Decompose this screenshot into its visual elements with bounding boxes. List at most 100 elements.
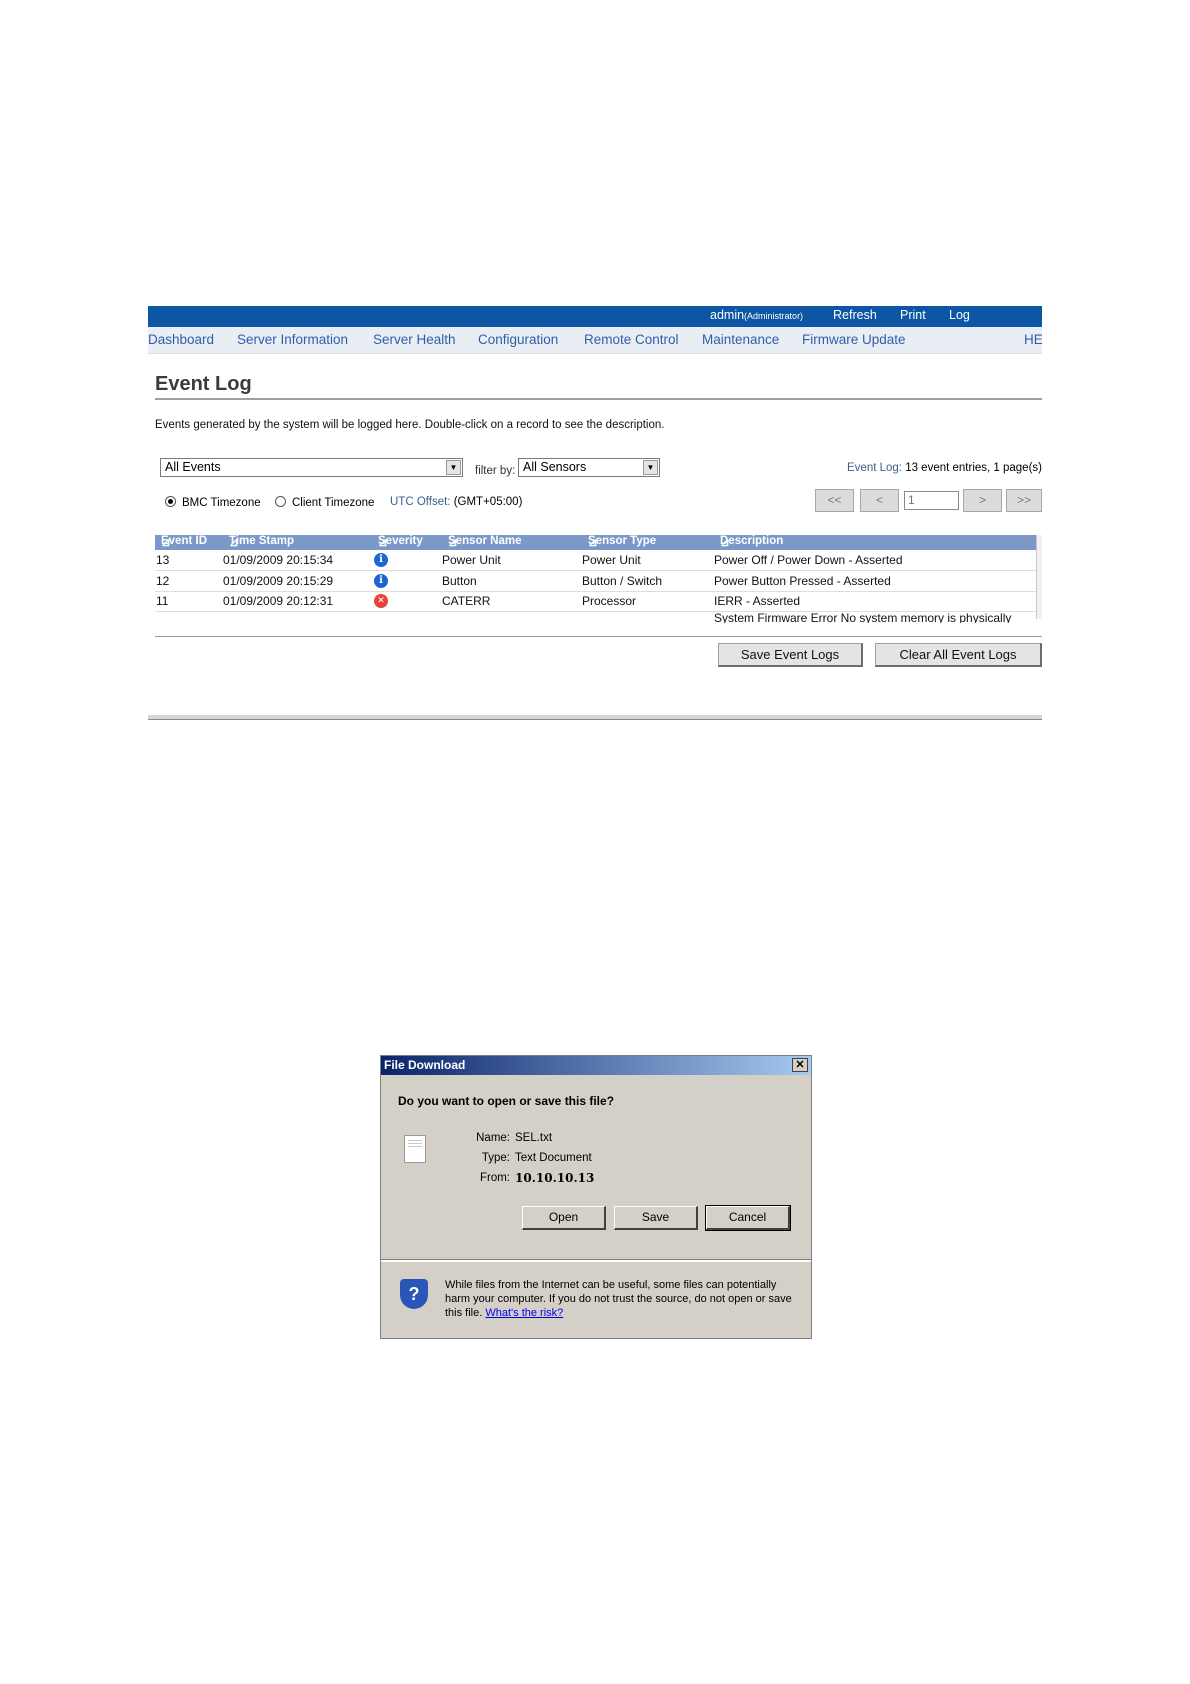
col-sensor-type-label: Sensor Type: [588, 535, 657, 547]
event-type-value: All Events: [165, 460, 221, 474]
page-title: Event Log: [155, 373, 252, 395]
event-type-select[interactable]: All Events ▼: [160, 458, 463, 477]
nav-dashboard[interactable]: Dashboard: [148, 332, 214, 347]
event-log-count: Event Log: 13 event entries, 1 page(s): [847, 462, 1042, 474]
cell-sensor-type: Power Unit: [582, 553, 641, 567]
sort-arrow-icon[interactable]: ⊿: [720, 535, 730, 549]
bmc-timezone-radio[interactable]: BMC Timezone: [165, 496, 261, 509]
info-icon: i: [374, 553, 388, 567]
dialog-title-bar[interactable]: File Download ✕: [381, 1056, 811, 1075]
radio-selected-icon[interactable]: [165, 496, 176, 507]
cell-event-id: 12: [156, 574, 170, 588]
cell-sensor-type: Processor: [582, 594, 637, 608]
cell-description: Power Off / Power Down - Asserted: [714, 553, 903, 567]
last-page-button[interactable]: >>: [1006, 489, 1042, 512]
file-name-label: Name:: [476, 1132, 510, 1144]
file-type-label: Type:: [481, 1152, 510, 1164]
logout-link[interactable]: Log: [949, 308, 970, 322]
nav-maintenance[interactable]: Maintenance: [702, 332, 779, 347]
file-download-dialog: File Download ✕ Do you want to open or s…: [380, 1055, 812, 1339]
col-sensor-name-label: Sensor Name: [448, 535, 522, 547]
chevron-down-icon[interactable]: ▼: [446, 460, 461, 475]
col-time-stamp-label: Time Stamp: [229, 535, 294, 547]
file-name-value: SEL.txt: [515, 1132, 553, 1144]
error-icon: ✕: [374, 594, 388, 608]
refresh-link[interactable]: Refresh: [833, 308, 877, 322]
utc-offset-label: UTC Offset:: [390, 496, 451, 508]
dialog-separator: [381, 1259, 811, 1262]
event-log-count-value: 13 event entries, 1 page(s): [905, 462, 1042, 474]
sensor-filter-select[interactable]: All Sensors ▼: [518, 458, 660, 477]
user-info: admin(Administrator): [710, 308, 803, 322]
nav-help[interactable]: HE: [1024, 332, 1042, 347]
sort-arrow-icon[interactable]: ⊿: [448, 535, 458, 549]
client-timezone-radio[interactable]: Client Timezone: [275, 496, 374, 509]
cell-sensor-name: Power Unit: [442, 553, 501, 567]
user-role: (Administrator): [744, 311, 804, 321]
utc-offset-value: (GMT+05:00): [453, 496, 523, 508]
info-icon: i: [374, 574, 388, 588]
table-row[interactable]: 13 01/09/2009 20:15:34 i Power Unit Powe…: [155, 550, 1036, 571]
bmc-web-ui: admin(Administrator) Refresh Print Log D…: [148, 306, 1042, 725]
page-intro: Events generated by the system will be l…: [155, 419, 665, 431]
security-shield-icon: ?: [400, 1279, 428, 1309]
file-type-value: Text Document: [515, 1152, 592, 1164]
title-divider: [155, 398, 1042, 400]
cell-description: Power Button Pressed - Asserted: [714, 574, 891, 588]
file-from-label: From:: [479, 1172, 510, 1184]
clear-all-event-logs-button[interactable]: Clear All Event Logs: [875, 643, 1042, 667]
sort-arrow-icon[interactable]: ⊿: [161, 535, 171, 549]
table-bottom-divider: [155, 636, 1042, 637]
client-timezone-label: Client Timezone: [292, 497, 375, 509]
table-scrollbar[interactable]: [1036, 535, 1042, 619]
table-row-partial[interactable]: System Firmware Error No system memory i…: [155, 612, 1036, 623]
nav-firmware-update[interactable]: Firmware Update: [802, 332, 906, 347]
bmc-timezone-label: BMC Timezone: [182, 497, 261, 509]
cell-sensor-type: Button / Switch: [582, 574, 663, 588]
main-nav: Dashboard Server Information Server Heal…: [148, 327, 1042, 354]
dialog-title: File Download: [384, 1058, 466, 1072]
nav-remote-control[interactable]: Remote Control: [584, 332, 679, 347]
cell-event-id: 11: [156, 594, 169, 608]
cell-sensor-name: Button: [442, 574, 477, 588]
open-button[interactable]: Open: [522, 1206, 606, 1230]
save-event-logs-button[interactable]: Save Event Logs: [718, 643, 863, 667]
sort-arrow-icon[interactable]: ⊿: [378, 535, 388, 549]
text-file-icon: [404, 1135, 426, 1163]
cell-description: IERR - Asserted: [714, 594, 801, 608]
table-row[interactable]: 11 01/09/2009 20:12:31 ✕ CATERR Processo…: [155, 591, 1036, 612]
top-bar: admin(Administrator) Refresh Print Log: [148, 306, 1042, 327]
close-icon[interactable]: ✕: [792, 1058, 808, 1072]
dialog-question: Do you want to open or save this file?: [398, 1094, 615, 1108]
cell-time-stamp: 01/09/2009 20:15:29: [223, 574, 334, 588]
sort-arrow-icon[interactable]: ⊿: [588, 535, 598, 549]
event-log-label: Event Log:: [847, 462, 902, 474]
chevron-down-icon[interactable]: ▼: [643, 460, 658, 475]
nav-configuration[interactable]: Configuration: [478, 332, 558, 347]
security-warning: While files from the Internet can be use…: [445, 1278, 795, 1320]
cancel-button[interactable]: Cancel: [705, 1205, 791, 1231]
cell-description: System Firmware Error No system memory i…: [714, 612, 1012, 623]
filter-by-label: filter by:: [475, 465, 516, 477]
save-button[interactable]: Save: [614, 1206, 698, 1230]
utc-offset: UTC Offset: (GMT+05:00): [390, 496, 522, 508]
cell-time-stamp: 01/09/2009 20:12:31: [223, 594, 334, 608]
cell-sensor-name: CATERR: [442, 594, 491, 608]
sort-arrow-icon[interactable]: ⊿: [229, 535, 239, 549]
username: admin: [710, 308, 745, 322]
next-page-button[interactable]: >: [963, 489, 1002, 512]
prev-page-button[interactable]: <: [860, 489, 899, 512]
table-row[interactable]: 12 01/09/2009 20:15:29 i Button Button /…: [155, 571, 1036, 592]
radio-unselected-icon[interactable]: [275, 496, 286, 507]
footer-divider: [148, 715, 1042, 720]
nav-server-information[interactable]: Server Information: [237, 332, 348, 347]
whats-the-risk-link[interactable]: What's the risk?: [485, 1307, 563, 1319]
file-from-value: 10.10.10.13: [515, 1171, 595, 1185]
first-page-button[interactable]: <<: [815, 489, 854, 512]
page-number-input[interactable]: 1: [904, 491, 959, 510]
print-link[interactable]: Print: [900, 308, 926, 322]
nav-server-health[interactable]: Server Health: [373, 332, 456, 347]
cell-event-id: 13: [156, 553, 170, 567]
sensor-filter-value: All Sensors: [523, 460, 587, 474]
table-header: Event ID ⊿ Time Stamp ⊿ Severity ⊿ Senso…: [155, 535, 1036, 550]
